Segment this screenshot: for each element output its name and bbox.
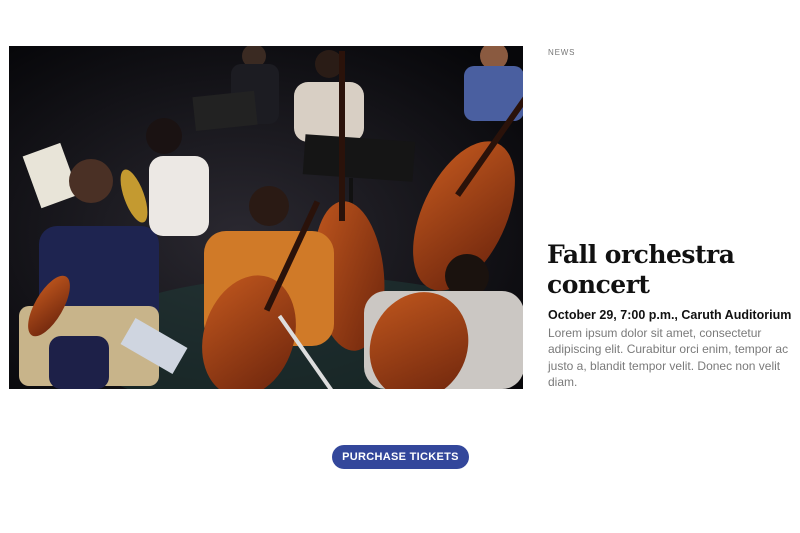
category-label: NEWS [548, 48, 576, 57]
article-title: Fall orchestra concert [547, 240, 735, 299]
purchase-tickets-button[interactable]: PURCHASE TICKETS [332, 445, 469, 469]
article-description: Lorem ipsum dolor sit amet, consectetur … [548, 326, 789, 389]
orchestra-photo-illustration [9, 46, 523, 389]
hero-photo [9, 46, 523, 389]
event-date-location: October 29, 7:00 p.m., Caruth Auditorium [548, 308, 792, 322]
